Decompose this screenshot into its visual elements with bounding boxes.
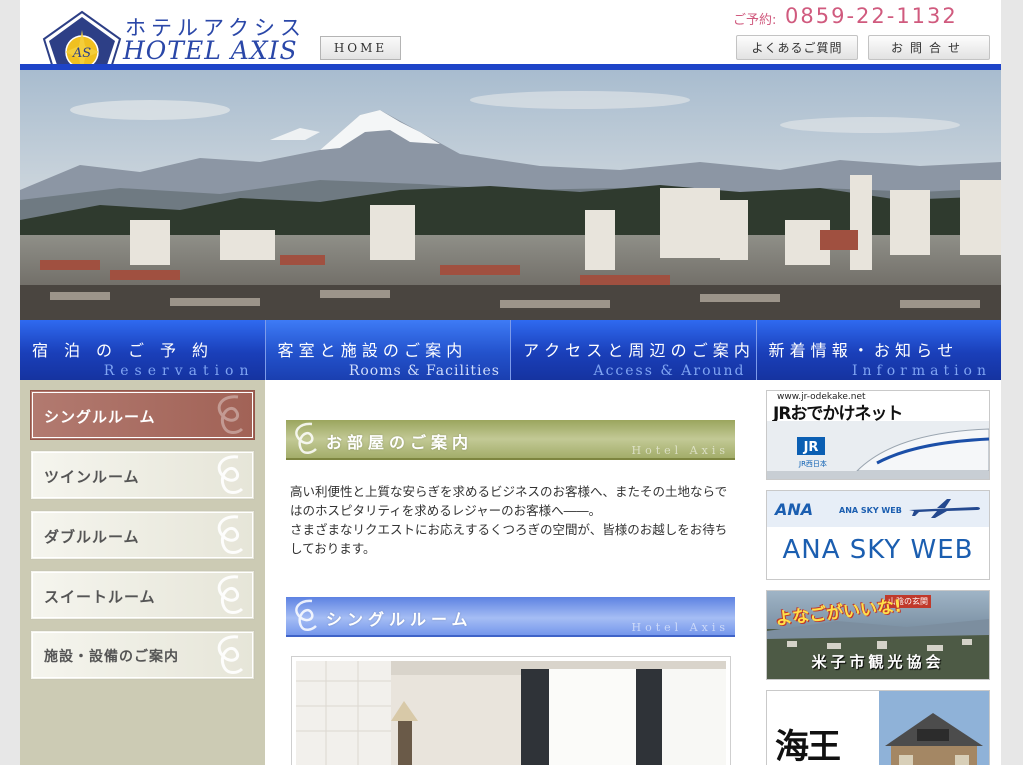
section-subtitle: Hotel Axis [631, 621, 729, 634]
phone-number: 0859-22-1132 [785, 4, 958, 28]
main-nav: 宿 泊 の ご 予 約 Reservation 客 室 と 施 設 の ご 案 … [20, 320, 1001, 380]
nav-sublabel: Access & Around [593, 363, 746, 379]
jr-odekake-banner[interactable]: www.jr-odekake.net JRおでかけネット JR JR西日本 [766, 390, 990, 480]
sidebar-item-single-room[interactable]: シングルルーム [30, 390, 255, 440]
logo-text[interactable]: HOTEL AXIS [123, 36, 298, 65]
banner-title: 米子市観光協会 [811, 653, 945, 671]
swirl-ornament-icon [295, 422, 317, 454]
kaio-banner[interactable]: 海王 [766, 690, 990, 765]
ana-logo: ANA [775, 500, 814, 519]
section-heading-single-room: シングルルーム Hotel Axis [286, 597, 735, 637]
sidebar-item-label: ツインルーム [44, 468, 140, 486]
jr-train-icon: JR [767, 421, 989, 479]
swirl-ornament-icon [217, 575, 244, 614]
nav-label: 新 着 情 報 ・ お 知 ら せ [768, 341, 954, 360]
sidebar-item-twin-room[interactable]: ツインルーム [30, 450, 255, 500]
section-heading-room-guide: お部屋のご案内 Hotel Axis [286, 420, 735, 460]
jr-west-label: JR西日本 [799, 460, 827, 468]
nav-sublabel: Information [851, 363, 991, 379]
ana-sky-web-banner[interactable]: ANA ANA SKY WEB ANA SKY WEB [766, 490, 990, 580]
banner-column: www.jr-odekake.net JRおでかけネット JR JR西日本 AN… [755, 380, 1001, 765]
ana-big-label: ANA SKY WEB [782, 535, 974, 565]
intro-paragraph: さまざまなリクエストにお応えするくつろぎの空間が、皆様のお越しをお待ちしておりま… [290, 522, 728, 556]
svg-text:JR: JR [803, 440, 819, 455]
sidebar-item-label: シングルルーム [44, 408, 156, 426]
section-title: シングルルーム [326, 610, 473, 629]
section-subtitle: Hotel Axis [631, 444, 729, 457]
page: AS ホテルアクシス HOTEL AXIS HOME ご予約: 0859-22-… [20, 0, 1001, 765]
nav-label: ア ク セ ス と 周 辺 の ご 案 内 [523, 341, 750, 360]
site-header: AS ホテルアクシス HOTEL AXIS HOME ご予約: 0859-22-… [20, 0, 1001, 85]
nav-sublabel: Rooms & Facilities [348, 363, 500, 379]
nav-reservation[interactable]: 宿 泊 の ご 予 約 Reservation [20, 320, 266, 380]
section-title: お部屋のご案内 [326, 433, 474, 452]
contact-button[interactable]: お問合せ [868, 35, 990, 60]
sidebar-item-facilities[interactable]: 施設・設備のご案内 [30, 630, 255, 680]
reservation-label: ご予約: [733, 13, 777, 28]
sidebar-item-label: ダブルルーム [44, 528, 140, 546]
single-room-photo [291, 656, 731, 765]
intro-paragraph: 高い利便性と上質な安らぎを求めるビジネスのお客様へ、またその土地ならではのホスピ… [290, 484, 728, 518]
home-button[interactable]: HOME [320, 36, 401, 60]
hero-image [20, 70, 1001, 320]
sidebar-item-label: スイートルーム [44, 588, 156, 606]
room-sidebar: シングルルーム ツインルーム ダブルルーム スイートルーム 施設・設備のご案内 [20, 380, 265, 765]
yonago-tourism-banner[interactable]: 山陰の玄関 よなごがいいな! 米子市観光協会 [766, 590, 990, 680]
faq-button[interactable]: よくあるご質問 [736, 35, 858, 60]
main-content: お部屋のご案内 Hotel Axis 高い利便性と上質な安らぎを求めるビジネスの… [265, 380, 755, 765]
nav-sublabel: Reservation [103, 363, 255, 379]
svg-text:AS: AS [72, 46, 91, 61]
swirl-ornament-icon [217, 455, 244, 494]
nav-label: 客 室 と 施 設 の ご 案 内 [277, 341, 463, 360]
kaio-logo-text: 海王 [775, 727, 841, 765]
swirl-ornament-icon [217, 515, 244, 554]
nav-label: 宿 泊 の ご 予 約 [32, 341, 209, 360]
nav-rooms-facilities[interactable]: 客 室 と 施 設 の ご 案 内 Rooms & Facilities [265, 320, 511, 380]
sidebar-item-suite-room[interactable]: スイートルーム [30, 570, 255, 620]
nav-access-around[interactable]: ア ク セ ス と 周 辺 の ご 案 内 Access & Around [511, 320, 757, 380]
sidebar-item-label: 施設・設備のご案内 [44, 649, 179, 665]
swirl-ornament-icon [295, 599, 317, 631]
swirl-ornament-icon [217, 395, 244, 434]
nav-information[interactable]: 新 着 情 報 ・ お 知 ら せ Information [756, 320, 1001, 380]
airplane-icon [909, 499, 980, 518]
ana-small-label: ANA SKY WEB [839, 506, 902, 515]
swirl-ornament-icon [217, 635, 244, 674]
sidebar-item-double-room[interactable]: ダブルルーム [30, 510, 255, 560]
intro-text: 高い利便性と上質な安らぎを求めるビジネスのお客様へ、またその土地ならではのホスピ… [290, 482, 735, 558]
